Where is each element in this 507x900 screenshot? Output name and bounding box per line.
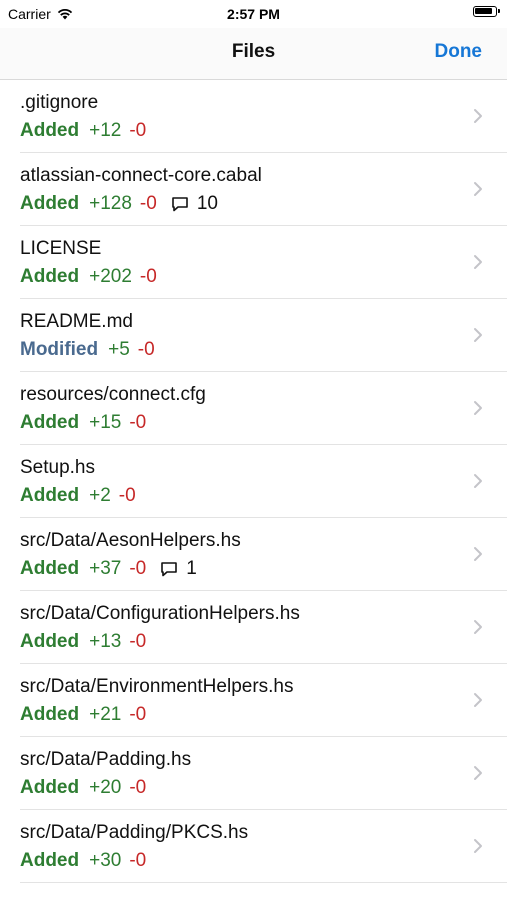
chevron-right-icon — [474, 328, 482, 342]
additions-count: +13 — [89, 631, 122, 652]
deletions-count: -0 — [118, 485, 136, 506]
file-meta: Added +128 -0 10 — [20, 193, 218, 215]
comment-icon — [161, 562, 178, 577]
additions-count: +21 — [89, 704, 122, 725]
additions-count: +2 — [89, 485, 111, 506]
file-row[interactable]: README.md Modified +5 -0 — [0, 299, 507, 372]
file-meta: Added +13 -0 — [20, 631, 160, 653]
status-time: 2:57 PM — [227, 6, 280, 22]
additions-count: +128 — [89, 193, 132, 214]
file-name: .gitignore — [20, 92, 99, 113]
file-row[interactable]: src/Data/Padding/PKCS.hs Added +30 -0 — [0, 810, 507, 883]
file-status: Added — [20, 193, 80, 214]
file-status: Added — [20, 120, 80, 141]
chevron-right-icon — [474, 766, 482, 780]
file-meta: Added +30 -0 — [20, 850, 160, 872]
chevron-right-icon — [474, 693, 482, 707]
deletions-count: -0 — [129, 120, 147, 141]
additions-count: +20 — [89, 777, 122, 798]
file-name: src/Data/Padding/PKCS.hs — [20, 822, 249, 843]
file-meta: Added +2 -0 — [20, 485, 150, 507]
file-row[interactable]: src/Data/Padding.hs Added +20 -0 — [0, 737, 507, 810]
deletions-count: -0 — [129, 704, 147, 725]
file-row[interactable]: Setup.hs Added +2 -0 — [0, 445, 507, 518]
file-meta: Added +202 -0 — [20, 266, 171, 288]
file-name: atlassian-connect-core.cabal — [20, 165, 262, 186]
file-row[interactable]: resources/connect.cfg Added +15 -0 — [0, 372, 507, 445]
file-meta: Added +20 -0 — [20, 777, 160, 799]
chevron-right-icon — [474, 474, 482, 488]
additions-count: +12 — [89, 120, 122, 141]
additions-count: +30 — [89, 850, 122, 871]
chevron-right-icon — [474, 182, 482, 196]
file-status: Added — [20, 850, 80, 871]
additions-count: +5 — [108, 339, 130, 360]
file-row[interactable]: src/Data/ConfigurationHelpers.hs Added +13… — [0, 591, 507, 664]
status-bar: Carrier 2:57 PM — [0, 0, 507, 28]
additions-count: +37 — [89, 558, 122, 579]
deletions-count: -0 — [129, 412, 147, 433]
file-meta: Modified +5 -0 — [20, 339, 169, 361]
done-button[interactable]: Done — [435, 41, 483, 63]
page-title: Files — [231, 41, 276, 62]
additions-count: +15 — [89, 412, 122, 433]
file-row[interactable]: src/Data/EnvironmentHelpers.hs Added +21 -0 — [0, 664, 507, 737]
deletions-count: -0 — [129, 631, 147, 652]
comment-count: 10 — [196, 193, 218, 214]
file-status: Added — [20, 485, 80, 506]
file-row[interactable]: .gitignore Added +12 -0 — [0, 80, 507, 153]
comment-icon — [172, 197, 188, 212]
chevron-right-icon — [474, 620, 482, 634]
file-list: .gitignore Added +12 -0 atlassian-connect-co… — [0, 80, 507, 900]
chevron-right-icon — [474, 547, 482, 561]
deletions-count: -0 — [129, 558, 147, 579]
file-name: src/Data/AesonHelpers.hs — [20, 530, 241, 551]
deletions-count: -0 — [139, 266, 157, 287]
file-row[interactable]: LICENSE Added +202 -0 — [0, 226, 507, 299]
file-name: LICENSE — [20, 238, 102, 259]
navigation-bar: Files Done — [0, 28, 507, 80]
chevron-right-icon — [474, 839, 482, 853]
additions-count: +202 — [89, 266, 132, 287]
file-name: resources/connect.cfg — [20, 384, 206, 405]
file-status: Added — [20, 777, 80, 798]
file-meta: Added +21 -0 — [20, 704, 160, 726]
file-status: Added — [20, 631, 80, 652]
file-status: Added — [20, 558, 80, 579]
deletions-count: -0 — [129, 777, 147, 798]
deletions-count: -0 — [129, 850, 147, 871]
file-name: Setup.hs — [20, 457, 95, 478]
chevron-right-icon — [474, 401, 482, 415]
deletions-count: -0 — [137, 339, 155, 360]
file-row[interactable]: src/Data/AesonHelpers.hs Added +37 -0 1 — [0, 518, 507, 591]
file-name: src/Data/EnvironmentHelpers.hs — [20, 676, 294, 697]
file-status: Modified — [20, 339, 99, 360]
file-status: Added — [20, 704, 80, 725]
file-name: src/Data/Padding.hs — [20, 749, 192, 770]
chevron-right-icon — [474, 109, 482, 123]
file-meta: Added +15 -0 — [20, 412, 160, 434]
file-name: README.md — [20, 311, 133, 332]
battery-icon — [473, 6, 500, 17]
comment-count: 1 — [186, 558, 197, 579]
status-right — [473, 6, 500, 17]
file-meta: Added +37 -0 1 — [20, 558, 197, 580]
deletions-count: -0 — [139, 193, 157, 214]
file-status: Added — [20, 266, 80, 287]
file-row[interactable]: atlassian-connect-core.cabal Added +128 -0 1… — [0, 153, 507, 226]
chevron-right-icon — [474, 255, 482, 269]
file-status: Added — [20, 412, 80, 433]
file-name: src/Data/ConfigurationHelpers.hs — [20, 603, 300, 624]
file-meta: Added +12 -0 — [20, 120, 160, 142]
